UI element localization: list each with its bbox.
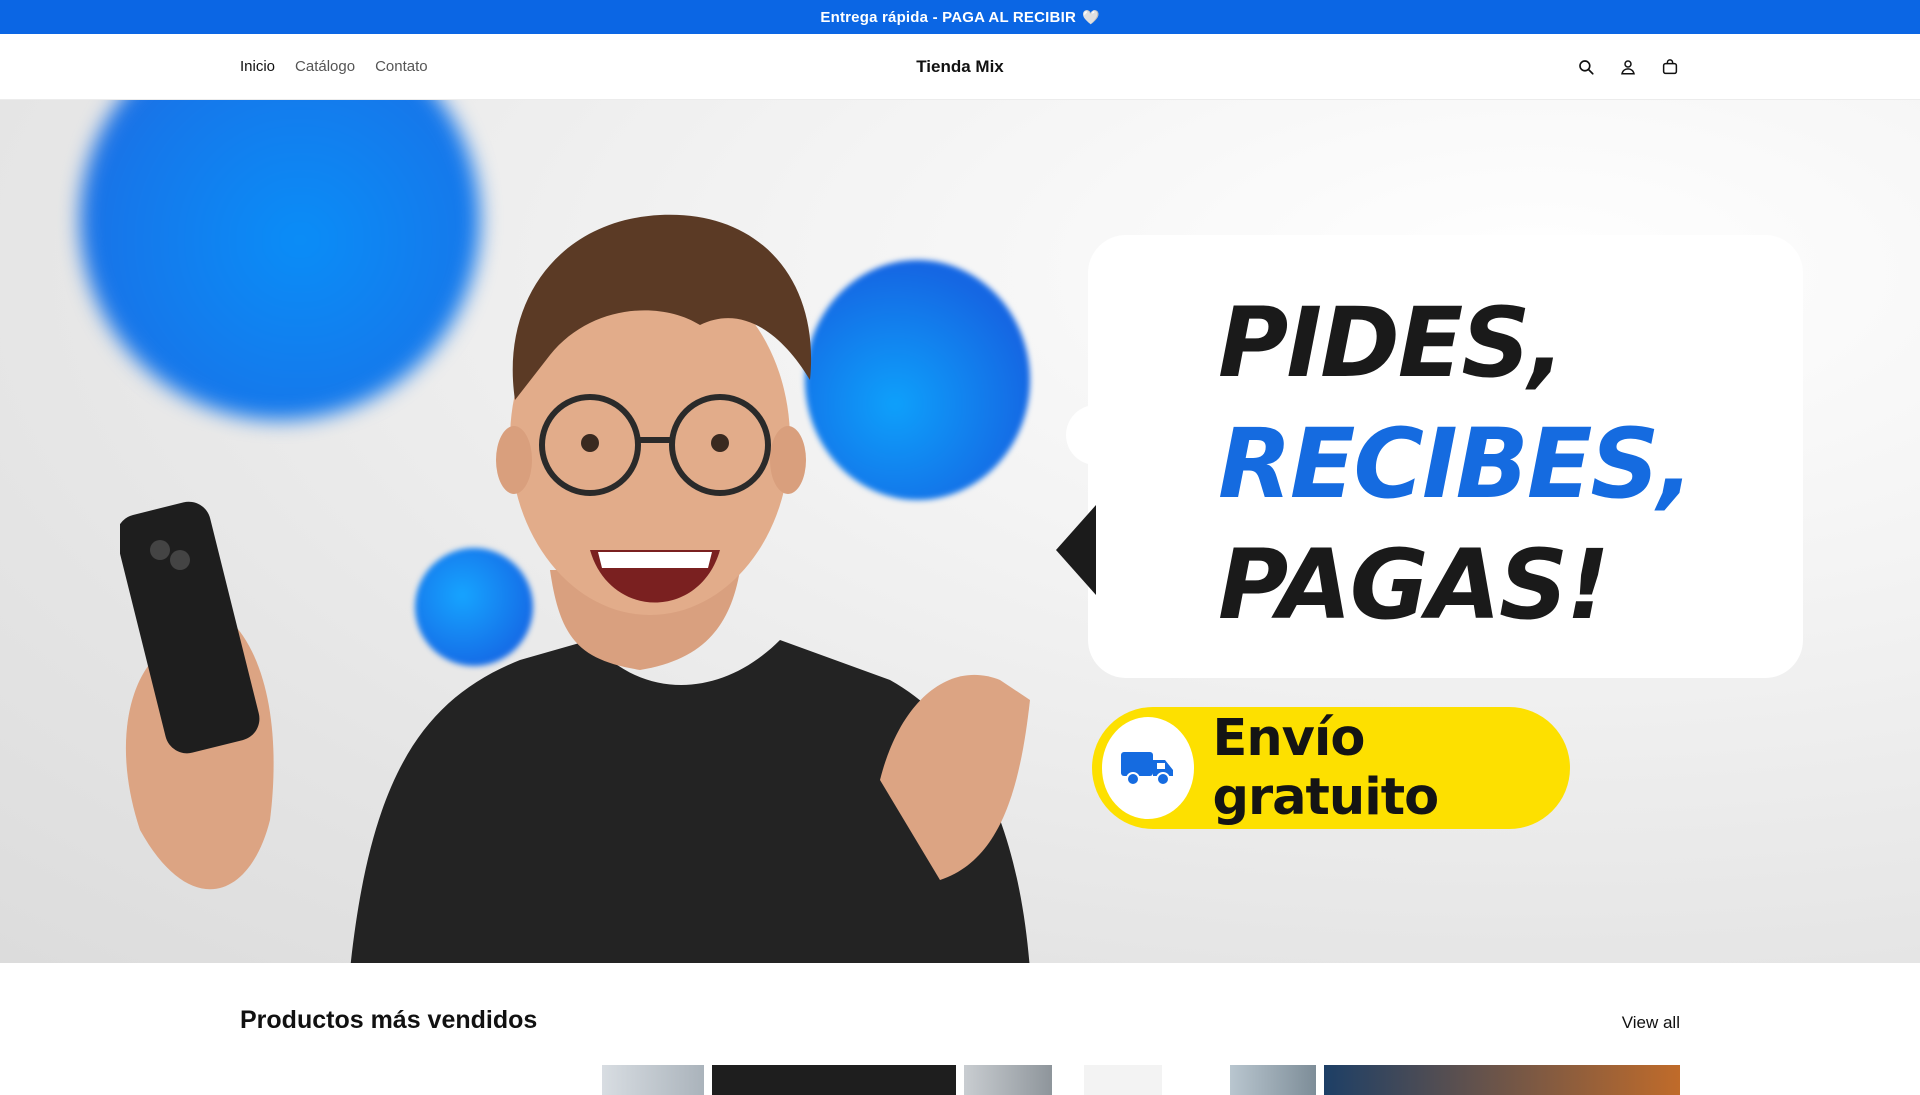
account-icon[interactable]: [1618, 57, 1638, 77]
promo-speech-bubble: PIDES, RECIBES, PAGAS!: [1056, 235, 1803, 678]
nav-link-contato[interactable]: Contato: [375, 58, 428, 75]
truck-icon: [1102, 717, 1195, 819]
bubble-notch: [1056, 505, 1096, 595]
site-header: Inicio Catálogo Contato Tienda Mix: [0, 34, 1920, 100]
cart-icon[interactable]: [1660, 57, 1680, 77]
headline-line-2: RECIBES,: [1218, 408, 1694, 520]
product-thumbnail[interactable]: [1324, 1065, 1680, 1095]
bestsellers-header: Productos más vendidos View all: [240, 1006, 1680, 1035]
product-thumbnail[interactable]: [712, 1065, 956, 1095]
product-thumbnail[interactable]: [1230, 1065, 1316, 1095]
announcement-bar: Entrega rápida - PAGA AL RECIBIR 🤍: [0, 0, 1920, 34]
product-thumbnail[interactable]: [1084, 1065, 1162, 1095]
main-nav: Inicio Catálogo Contato: [240, 58, 428, 75]
site-logo[interactable]: Tienda Mix: [916, 57, 1004, 76]
announcement-text: Entrega rápida - PAGA AL RECIBIR: [820, 8, 1076, 26]
person-with-phone-illustration: [120, 214, 1030, 963]
free-shipping-badge: Envío gratuito: [1092, 707, 1570, 829]
decorative-blob: [415, 548, 533, 666]
product-strip: [602, 1065, 1680, 1095]
heart-icon: 🤍: [1081, 8, 1100, 25]
nav-link-inicio[interactable]: Inicio: [240, 58, 275, 75]
product-thumbnail[interactable]: [964, 1065, 1052, 1095]
search-icon[interactable]: [1576, 57, 1596, 77]
section-title: Productos más vendidos: [240, 1006, 538, 1034]
free-shipping-text: Envío gratuito: [1212, 709, 1439, 827]
headline-line-1: PIDES,: [1218, 287, 1565, 399]
nav-link-catalogo[interactable]: Catálogo: [295, 58, 355, 75]
view-all-link[interactable]: View all: [1622, 1013, 1680, 1033]
headline-line-3: PAGAS!: [1218, 529, 1610, 641]
header-icons: [1576, 57, 1680, 77]
hero-banner[interactable]: PIDES, RECIBES, PAGAS! Envío gratuito: [0, 100, 1920, 963]
product-thumbnail[interactable]: [602, 1065, 704, 1095]
